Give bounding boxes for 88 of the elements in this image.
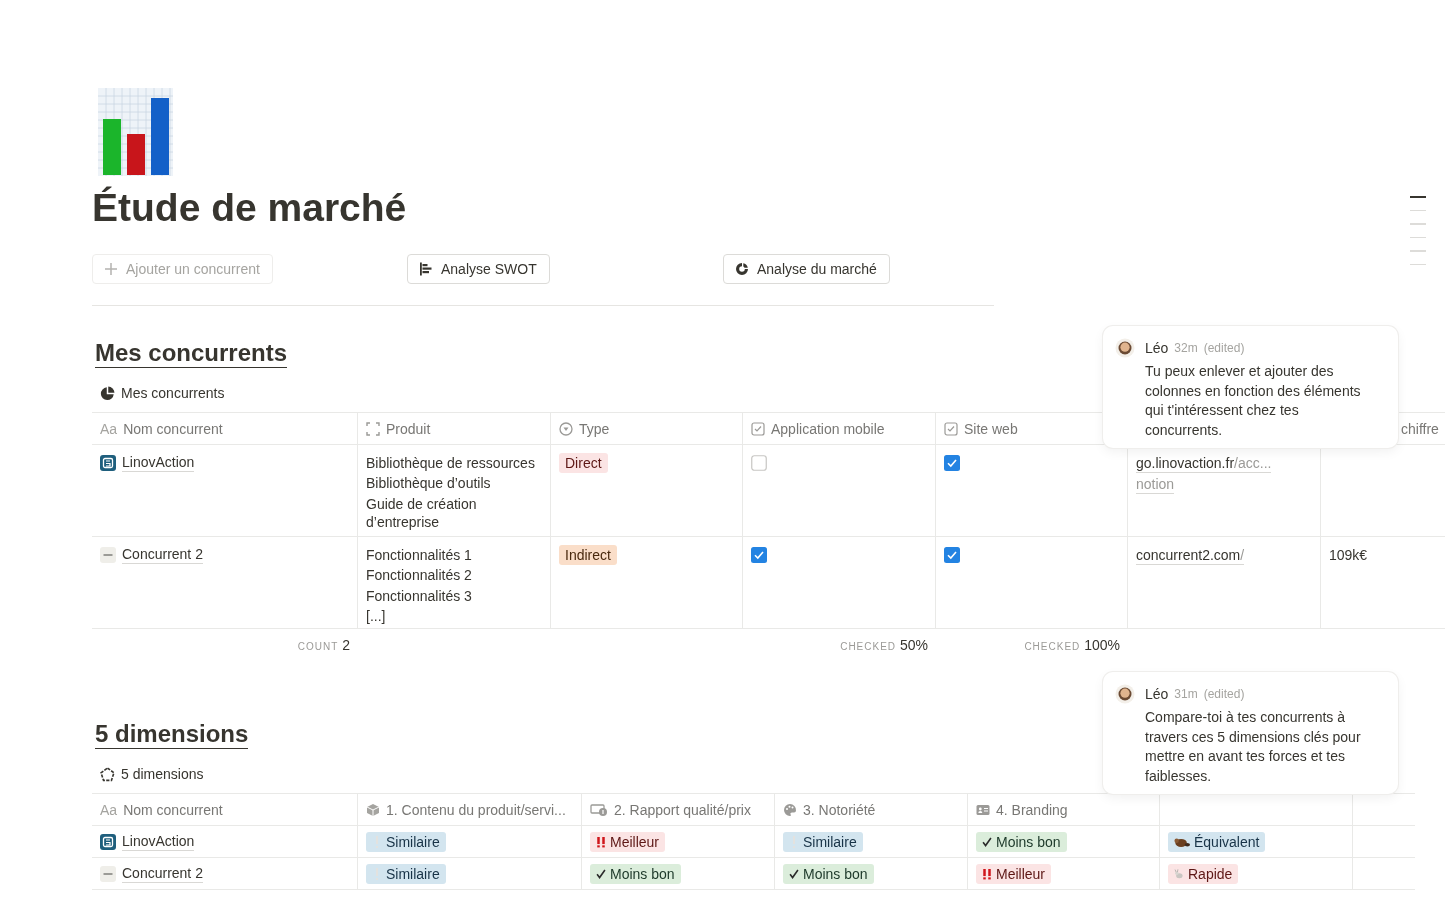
product-item: Fonctionnalités 3 (366, 586, 472, 606)
section-heading: Mes concurrents (95, 338, 288, 368)
comment-time: 31m (1174, 687, 1198, 701)
section-heading: 5 dimensions (95, 719, 249, 749)
product-item: Bibliothèque de ressources (366, 454, 535, 473)
product-item: Bibliothèque d’outils (366, 474, 491, 493)
edited-label: (edited) (1203, 687, 1245, 701)
checkbox[interactable] (751, 455, 767, 471)
rating-tag: Similaire (366, 864, 446, 884)
comment-author: Léo (1145, 340, 1169, 356)
comment-text: Compare-toi à tes concurrents à travers ces 5 dimensions clés pour mettre en avant tes forces et tes faiblesses. (1145, 708, 1362, 786)
cube-icon (366, 802, 380, 817)
rating-tag: Moins bon (590, 864, 681, 884)
comment-text: Tu peux enlever et ajouter des colonnes en fonction des éléments qui t'intéressent chez tes concurrents. (1145, 362, 1362, 440)
text-type-icon: Aa (100, 419, 118, 438)
rabbit-icon (1174, 867, 1184, 881)
rating-tag: Meilleur (590, 832, 665, 852)
page-title: Étude de marché (92, 185, 407, 231)
check-mark-icon (982, 835, 992, 849)
column-summary[interactable]: COUNT 2 (297, 636, 350, 656)
product-item: Guide de création d’entreprise (366, 494, 478, 532)
comment-author: Léo (1145, 686, 1169, 702)
column-header[interactable]: 1. Contenu du produit/servi... (386, 800, 566, 819)
pentagon-icon (100, 766, 115, 782)
check-mark-icon (596, 867, 606, 881)
column-header[interactable]: Site web (964, 419, 1018, 438)
avatar-icon (1115, 338, 1135, 358)
dash-icon (100, 866, 116, 882)
page-outline-drawing[interactable] (1410, 196, 1426, 265)
plus-icon (104, 262, 118, 276)
checkbox-icon (944, 421, 958, 436)
pie-chart-icon (100, 385, 115, 401)
rating-tag: Rapide (1168, 864, 1239, 884)
comment-time: 32m (1174, 341, 1198, 355)
id-card-icon (976, 802, 990, 817)
checkbox[interactable] (944, 455, 960, 471)
app-logo-icon (100, 834, 116, 850)
rating-tag: Moins bon (783, 864, 874, 884)
url-link[interactable]: go.linovaction.fr/acc... (1136, 454, 1272, 473)
bar-chart-icon (98, 88, 173, 176)
type-tag: Indirect (559, 545, 617, 565)
rating-tag: Similaire (366, 832, 446, 852)
view-title: 5 dimensions (121, 766, 204, 782)
column-header[interactable]: Nom concurrent (123, 800, 223, 819)
column-summary[interactable]: CHECKED 100% (1024, 636, 1120, 656)
column-header[interactable]: Application mobile (771, 419, 885, 438)
product-item: Fonctionnalités 2 (366, 566, 472, 585)
check-mark-icon (789, 867, 799, 881)
dash-icon (100, 547, 116, 563)
column-header[interactable]: Produit (386, 419, 431, 438)
double-exclamation-icon (596, 835, 606, 849)
checkbox[interactable] (751, 547, 767, 563)
bar-list-icon (419, 262, 433, 276)
competitor-name[interactable]: Concurrent 2 (122, 865, 203, 883)
competitor-name[interactable]: Concurrent 2 (122, 546, 203, 564)
rating-tag: Similaire (783, 832, 863, 852)
rating-tag: Moins bon (976, 832, 1067, 852)
rating-tag: Meilleur (976, 864, 1051, 884)
action-button[interactable]: Analyse SWOT (407, 254, 550, 284)
text-type-icon: Aa (100, 800, 118, 819)
competitor-name[interactable]: LinovAction (122, 454, 195, 472)
action-button[interactable]: Analyse du marché (723, 254, 890, 284)
column-header[interactable]: chiffre (1401, 419, 1439, 438)
column-header[interactable]: 3. Notoriété (803, 800, 876, 819)
edited-label: (edited) (1203, 341, 1245, 355)
column-header[interactable]: 2. Rapport qualité/prix (614, 800, 751, 819)
column-header[interactable]: Type (579, 419, 610, 438)
avatar-icon (1115, 684, 1135, 704)
rating-tag: Équivalent (1168, 832, 1266, 852)
palette-icon (783, 802, 797, 817)
column-header[interactable]: 4. Branding (996, 800, 1068, 819)
donut-chart-icon (735, 262, 749, 276)
banknote-icon (590, 802, 608, 817)
revenue-value: 109k€ (1329, 546, 1368, 565)
url-link[interactable]: notion (1136, 475, 1175, 494)
url-link[interactable]: concurrent2.com/ (1136, 546, 1245, 565)
product-item: [...] (366, 607, 386, 626)
column-header[interactable]: Nom concurrent (123, 419, 223, 438)
view-title: Mes concurrents (121, 385, 225, 401)
product-item: Fonctionnalités 1 (366, 546, 472, 565)
type-tag: Direct (559, 453, 608, 473)
competitor-name[interactable]: LinovAction (122, 833, 195, 851)
checkbox-icon (751, 421, 765, 436)
double-exclamation-icon (982, 867, 992, 881)
checkbox[interactable] (944, 547, 960, 563)
column-summary[interactable]: CHECKED 50% (840, 636, 928, 656)
app-logo-icon (100, 455, 116, 471)
dropdown-circle-icon (559, 421, 573, 436)
